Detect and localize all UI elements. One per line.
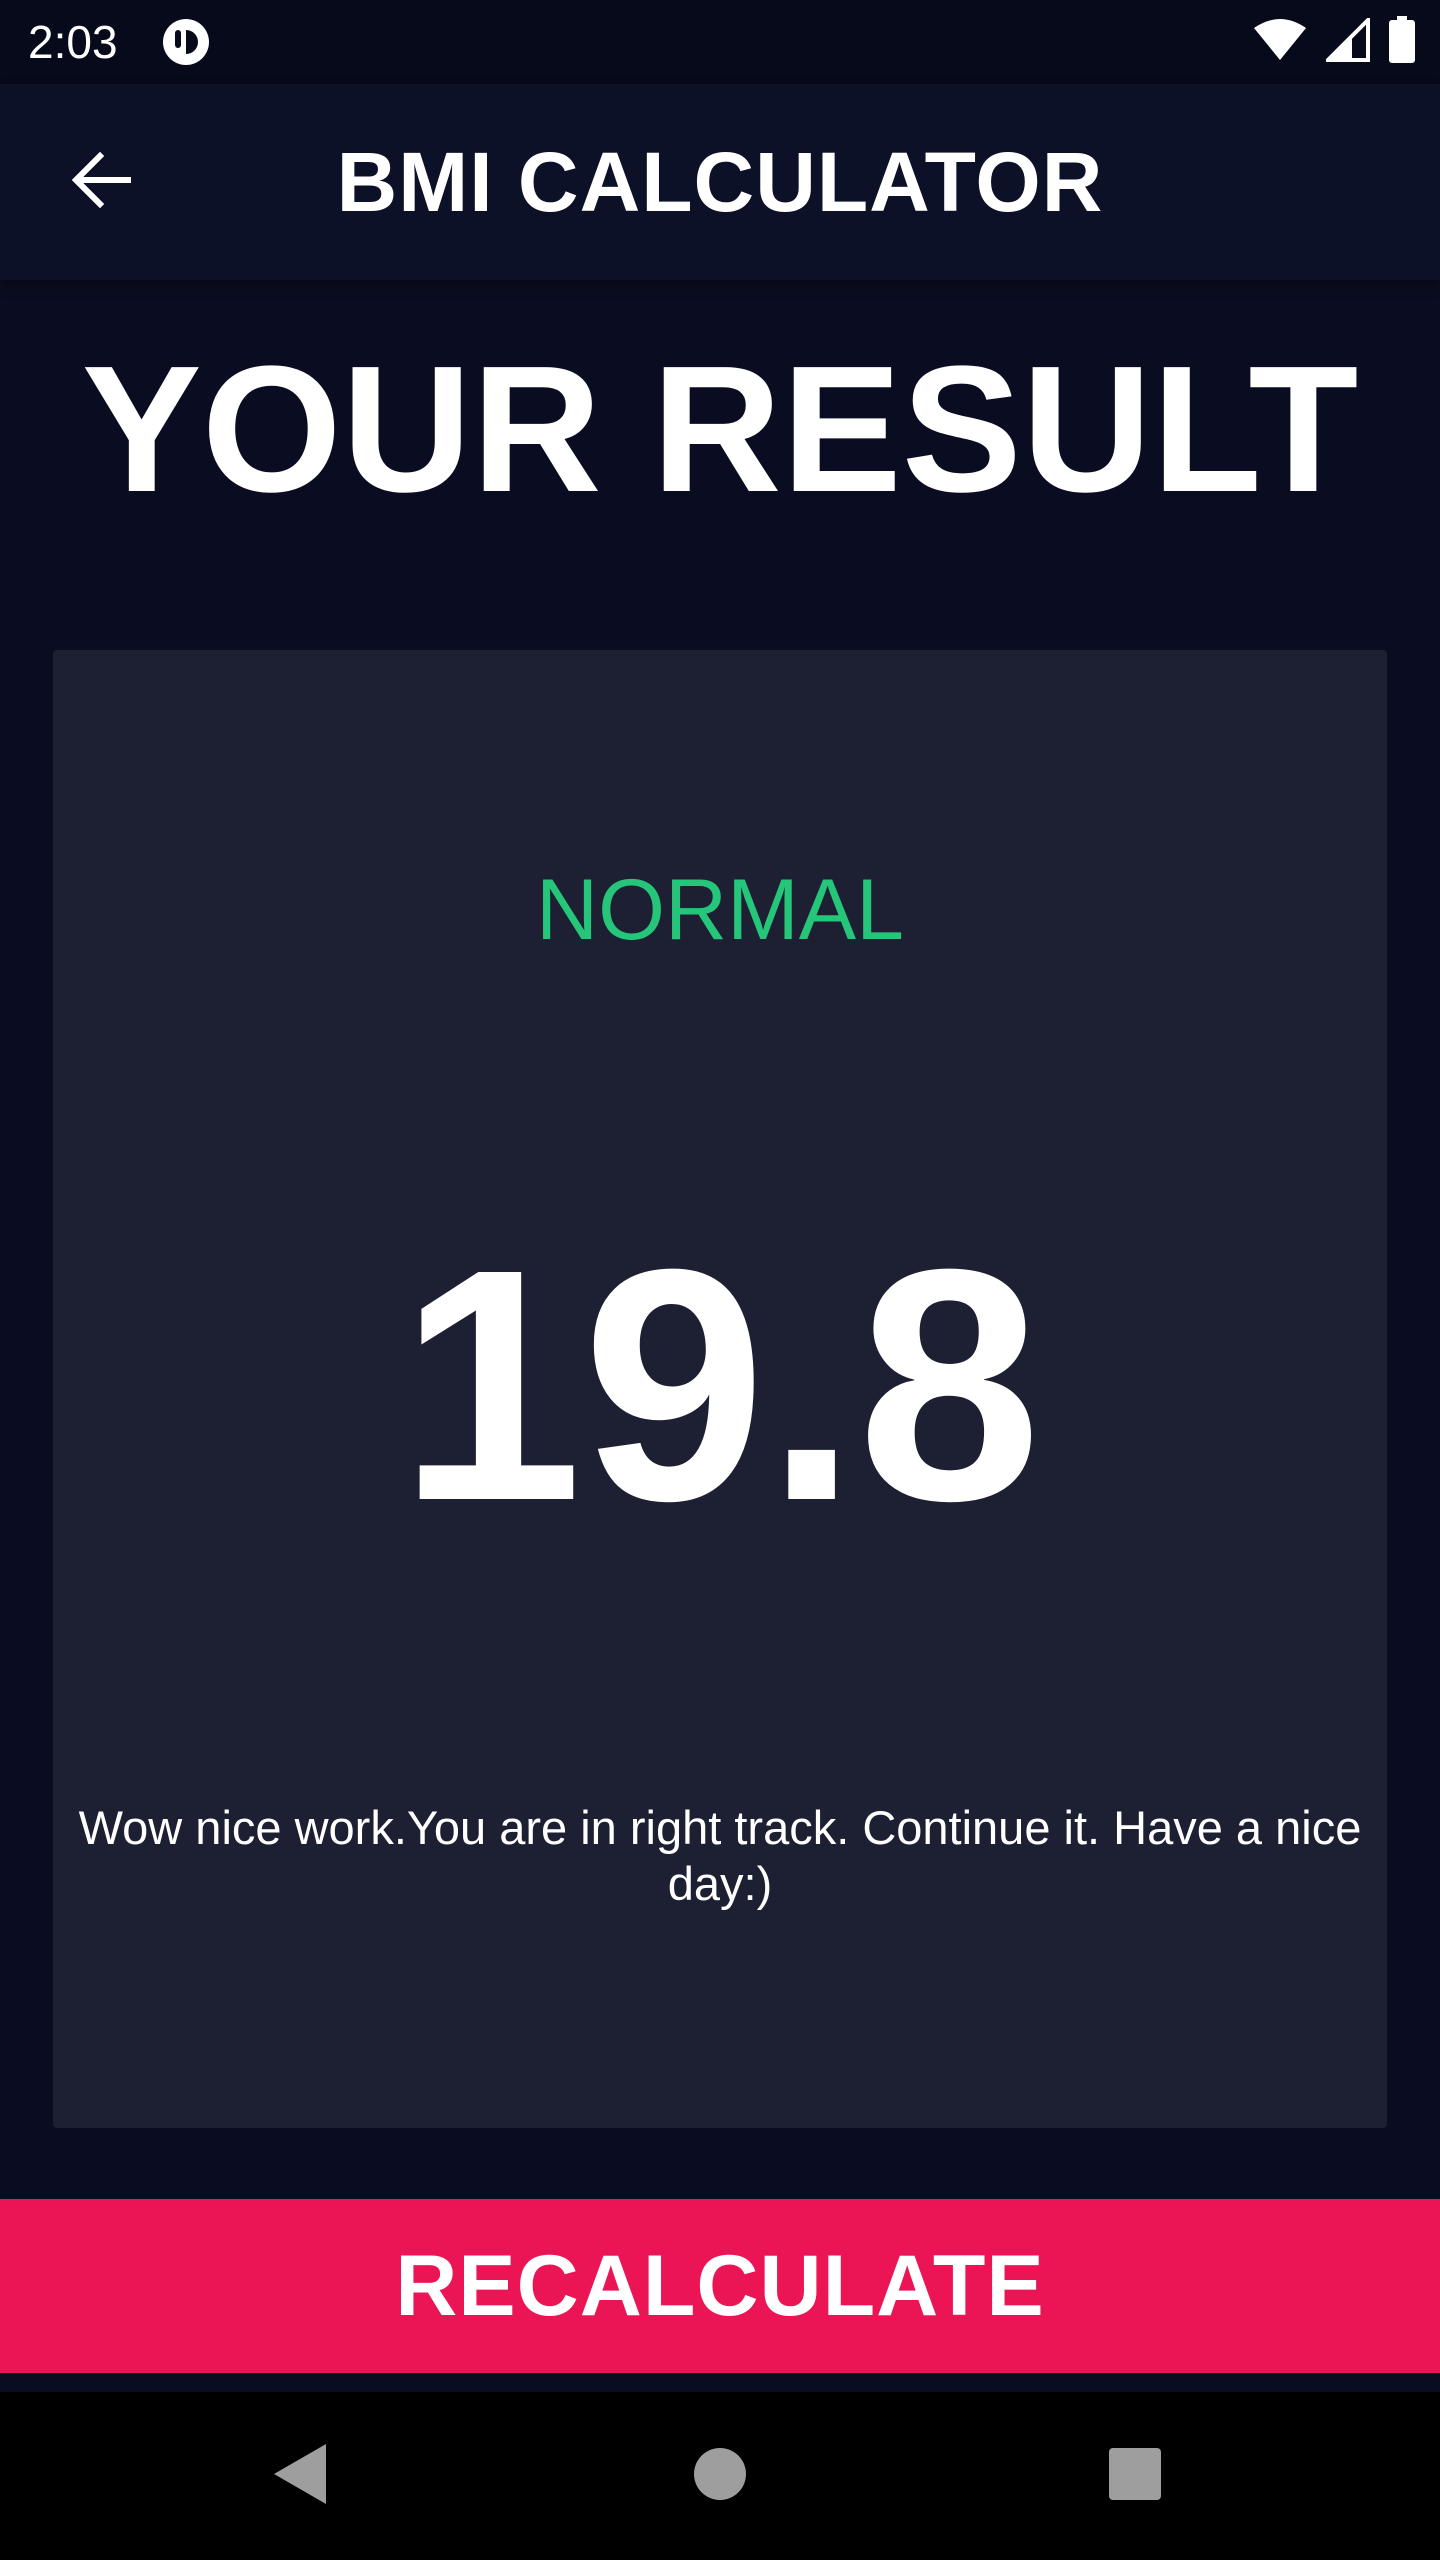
nav-back-button[interactable] [250,2426,350,2526]
cell-signal-icon [1323,14,1370,67]
recalculate-label: RECALCULATE [395,2237,1045,2334]
battery-icon [1388,15,1416,69]
nav-recents-icon [1107,2446,1163,2507]
wifi-icon [1252,18,1308,67]
arrow-back-icon [70,148,134,217]
nav-home-icon [692,2446,748,2507]
app-bar: BMI CALCULATOR [0,84,1440,280]
nav-recents-button[interactable] [1085,2426,1185,2526]
notification-app-icon [162,18,210,66]
back-button[interactable] [48,128,156,236]
bmi-result-screen: 2:03 BMI CALCULATOR YOUR RESULT NORMAL 1… [0,0,1440,2560]
bmi-value: 19.8 [398,1200,1042,1569]
system-navigation-bar [0,2392,1440,2560]
status-icons [1252,14,1416,69]
bmi-status-label: NORMAL [536,862,904,958]
recalculate-button[interactable]: RECALCULATE [0,2199,1440,2373]
nav-home-button[interactable] [670,2426,770,2526]
nav-back-icon [270,2442,330,2511]
app-title: BMI CALCULATOR [336,135,1104,229]
bmi-message: Wow nice work.You are in right track. Co… [78,1801,1362,1910]
status-bar: 2:03 [0,0,1440,84]
status-time: 2:03 [28,16,118,68]
result-heading: YOUR RESULT [81,329,1359,530]
